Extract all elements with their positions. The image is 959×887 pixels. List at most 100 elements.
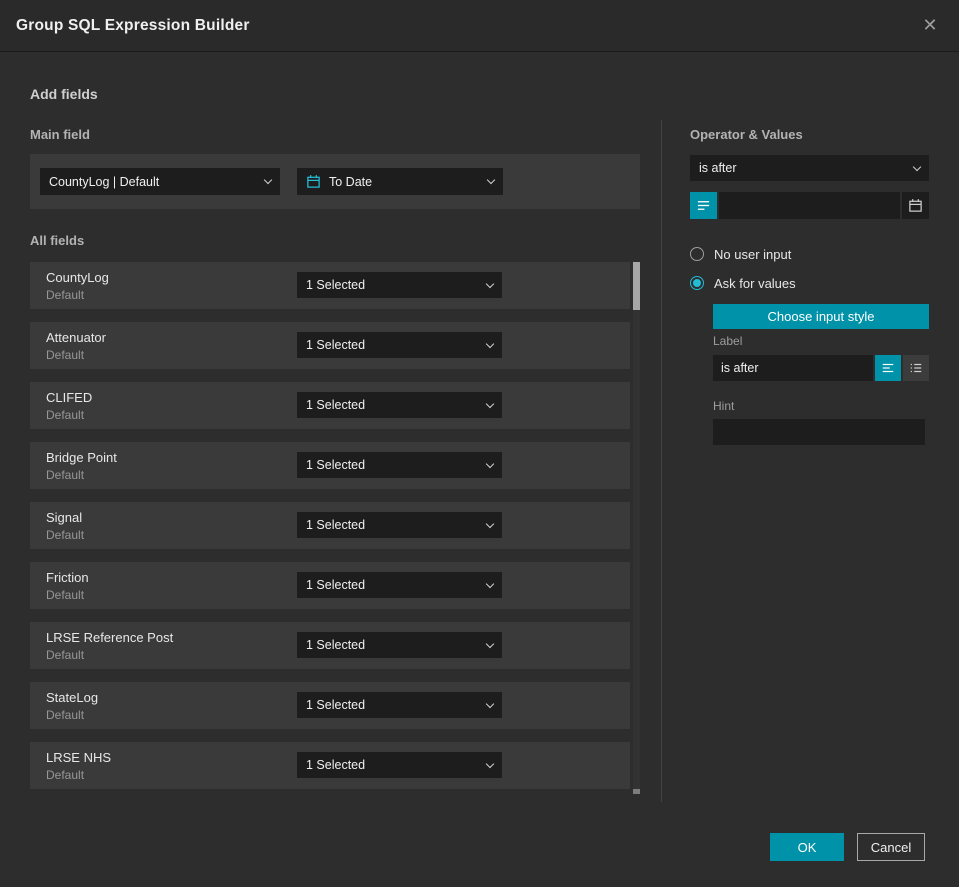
field-selected-dropdown[interactable]: 1 Selected: [297, 332, 502, 358]
field-name: Bridge Point: [46, 449, 117, 465]
close-icon[interactable]: ✕: [917, 13, 943, 39]
main-field-dropdown-value: CountyLog | Default: [49, 174, 160, 189]
chevron-down-icon: [485, 279, 495, 288]
field-selected-dropdown[interactable]: 1 Selected: [297, 692, 502, 718]
field-subtitle: Default: [46, 347, 85, 362]
chevron-down-icon: [485, 699, 495, 708]
field-name: Attenuator: [46, 329, 106, 345]
main-field-dropdown[interactable]: CountyLog | Default: [40, 168, 280, 195]
scrollbar-end: [633, 789, 640, 794]
all-fields-list: CountyLog Default 1 Selected Attenuator …: [30, 262, 630, 802]
field-subtitle: Default: [46, 407, 85, 422]
group-sql-expression-builder-dialog: Group SQL Expression Builder ✕ Add field…: [0, 0, 959, 887]
field-subtitle: Default: [46, 707, 85, 722]
field-subtitle: Default: [46, 647, 85, 662]
field-row: CLIFED Default 1 Selected: [30, 382, 630, 429]
field-selected-dropdown[interactable]: 1 Selected: [297, 392, 502, 418]
single-input-style-button[interactable]: [875, 355, 901, 381]
field-row: LRSE NHS Default 1 Selected: [30, 742, 630, 789]
date-field-dropdown-value: To Date: [329, 174, 373, 189]
dialog-header: Group SQL Expression Builder ✕: [0, 0, 959, 52]
field-row: LRSE Reference Post Default 1 Selected: [30, 622, 630, 669]
field-name: CountyLog: [46, 269, 109, 285]
field-name: Signal: [46, 509, 83, 525]
calendar-picker-button[interactable]: [902, 192, 929, 219]
label-row: [713, 355, 929, 381]
chevron-down-icon: [485, 399, 495, 408]
cancel-button[interactable]: Cancel: [857, 833, 925, 861]
operator-dropdown[interactable]: is after: [690, 155, 929, 181]
field-selected-label: 1 Selected: [306, 758, 366, 772]
scrollbar-thumb[interactable]: [633, 262, 640, 310]
list-input-style-button[interactable]: [903, 355, 929, 381]
chevron-down-icon: [486, 175, 496, 185]
field-subtitle: Default: [46, 467, 85, 482]
field-selected-label: 1 Selected: [306, 458, 366, 472]
radio-circle-icon: [690, 247, 704, 261]
chevron-down-icon: [912, 162, 922, 171]
label-caption: Label: [713, 334, 743, 348]
chevron-down-icon: [485, 759, 495, 768]
chevron-down-icon: [485, 459, 495, 468]
field-subtitle: Default: [46, 767, 85, 782]
hint-input[interactable]: [713, 419, 925, 445]
field-name-block: Signal Default: [46, 510, 84, 542]
field-name-block: Friction Default: [46, 570, 89, 602]
ok-button[interactable]: OK: [770, 833, 844, 861]
radio-ask-for-values[interactable]: Ask for values: [690, 275, 796, 291]
value-row: [690, 192, 929, 219]
date-field-dropdown[interactable]: To Date: [297, 168, 503, 195]
field-row: Friction Default 1 Selected: [30, 562, 630, 609]
value-input[interactable]: [719, 192, 900, 219]
choose-input-style-button[interactable]: Choose input style: [713, 304, 929, 329]
main-field-panel: CountyLog | Default To Date: [30, 154, 640, 209]
bulleted-list-icon: [910, 363, 922, 373]
value-list-button[interactable]: [690, 192, 717, 219]
scrollbar[interactable]: [633, 262, 640, 794]
field-selected-dropdown[interactable]: 1 Selected: [297, 272, 502, 298]
field-name-block: LRSE Reference Post Default: [46, 630, 173, 662]
field-selected-dropdown[interactable]: 1 Selected: [297, 512, 502, 538]
field-name-block: CountyLog Default: [46, 270, 109, 302]
radio-no-user-input-label: No user input: [714, 246, 792, 262]
field-selected-label: 1 Selected: [306, 398, 366, 412]
field-selected-label: 1 Selected: [306, 518, 366, 532]
all-fields-label: All fields: [30, 233, 85, 248]
field-subtitle: Default: [46, 587, 85, 602]
list-icon: [697, 201, 710, 210]
field-selected-label: 1 Selected: [306, 338, 366, 352]
chevron-down-icon: [485, 579, 495, 588]
field-subtitle: Default: [46, 527, 85, 542]
field-selected-label: 1 Selected: [306, 698, 366, 712]
operator-dropdown-value: is after: [699, 161, 737, 175]
radio-ask-for-values-label: Ask for values: [714, 275, 796, 291]
field-selected-dropdown[interactable]: 1 Selected: [297, 452, 502, 478]
chevron-down-icon: [485, 339, 495, 348]
field-row: Attenuator Default 1 Selected: [30, 322, 630, 369]
dialog-title: Group SQL Expression Builder: [16, 16, 250, 34]
radio-no-user-input[interactable]: No user input: [690, 246, 791, 262]
field-name-block: Attenuator Default: [46, 330, 106, 362]
field-name: LRSE Reference Post: [46, 629, 174, 645]
field-name: Friction: [46, 569, 89, 585]
field-name: CLIFED: [46, 389, 93, 405]
radio-circle-checked-icon: [690, 276, 704, 290]
label-input[interactable]: [713, 355, 873, 381]
align-left-icon: [882, 363, 894, 373]
field-name-block: StateLog Default: [46, 690, 98, 722]
calendar-icon: [307, 175, 320, 188]
field-selected-label: 1 Selected: [306, 638, 366, 652]
field-row: Signal Default 1 Selected: [30, 502, 630, 549]
field-row: Bridge Point Default 1 Selected: [30, 442, 630, 489]
field-name-block: LRSE NHS Default: [46, 750, 111, 782]
add-fields-heading: Add fields: [30, 86, 98, 102]
field-name: LRSE NHS: [46, 749, 112, 765]
field-selected-dropdown[interactable]: 1 Selected: [297, 632, 502, 658]
field-selected-dropdown[interactable]: 1 Selected: [297, 572, 502, 598]
field-selected-label: 1 Selected: [306, 278, 366, 292]
field-selected-label: 1 Selected: [306, 578, 366, 592]
field-selected-dropdown[interactable]: 1 Selected: [297, 752, 502, 778]
chevron-down-icon: [263, 175, 273, 185]
field-row: CountyLog Default 1 Selected: [30, 262, 630, 309]
hint-caption: Hint: [713, 399, 735, 413]
